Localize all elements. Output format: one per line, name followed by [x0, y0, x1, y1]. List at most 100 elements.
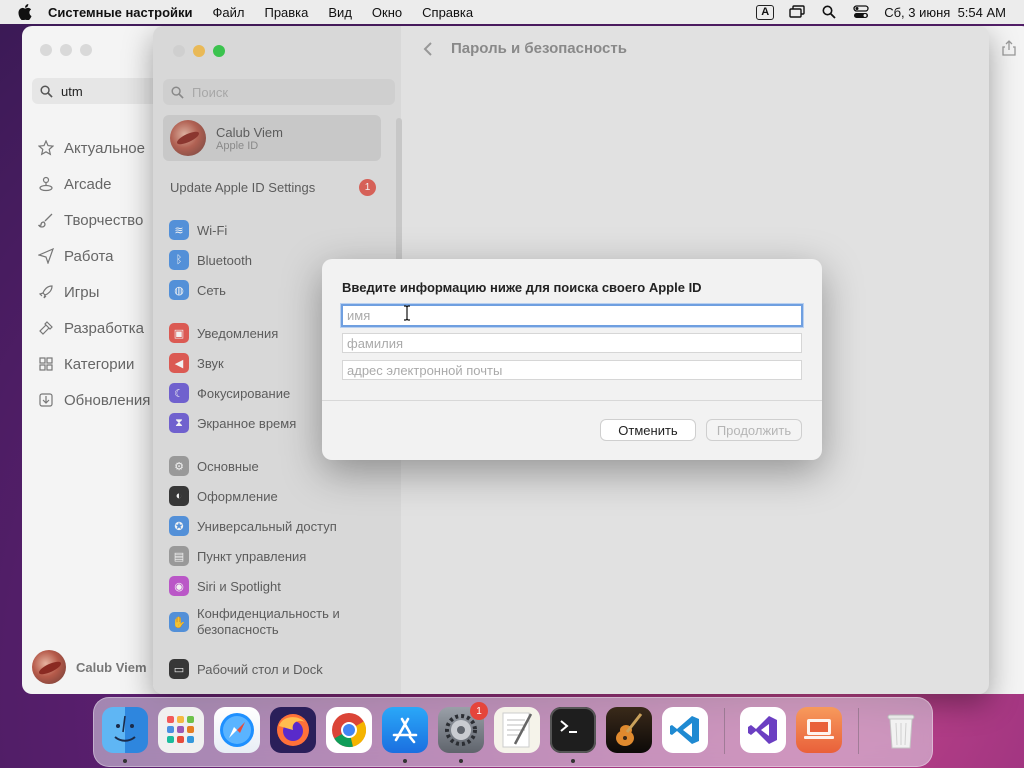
input-source-indicator[interactable]: A — [756, 4, 775, 20]
finder-icon[interactable] — [102, 707, 148, 753]
privacy-security-icon: ✋ — [169, 612, 189, 632]
firefox-icon[interactable] — [270, 707, 316, 753]
sidebar-item-label: Конфиденциальность и — [197, 606, 340, 621]
textedit-icon[interactable] — [494, 707, 540, 753]
sidebar-item-appearance[interactable]: ◐ Оформление — [169, 486, 379, 506]
grid-icon — [36, 356, 56, 372]
app-store-account[interactable]: Calub Viem — [32, 650, 147, 684]
menu-help[interactable]: Справка — [422, 5, 473, 20]
visual-studio-icon[interactable] — [740, 707, 786, 753]
menu-edit[interactable]: Правка — [264, 5, 308, 20]
store-nav-games[interactable]: Игры — [36, 274, 150, 310]
store-nav-discover[interactable]: Актуальное — [36, 130, 150, 166]
app-store-search-field[interactable]: utm — [32, 78, 162, 104]
rocket-icon — [36, 284, 56, 300]
zoom-button[interactable] — [213, 45, 225, 57]
notifications-icon: ▣ — [169, 323, 189, 343]
sidebar-item-label: Уведомления — [197, 325, 279, 341]
minimize-button[interactable] — [60, 44, 72, 56]
store-nav-label: Творчество — [64, 211, 144, 229]
menu-view[interactable]: Вид — [328, 5, 352, 20]
sidebar-item-label: Оформление — [197, 488, 278, 504]
download-icon — [36, 392, 56, 408]
avatar — [170, 120, 206, 156]
close-button[interactable] — [173, 45, 185, 57]
control-center-icon: ▤ — [169, 546, 189, 566]
sidebar-item-label: Bluetooth — [197, 252, 252, 268]
siri-spotlight-icon: ◉ — [169, 576, 189, 596]
back-chevron-icon[interactable] — [423, 41, 433, 57]
launchpad-icon[interactable] — [158, 707, 204, 753]
spotlight-search-icon[interactable] — [820, 4, 838, 20]
menu-bar: Системные настройки Файл Правка Вид Окно… — [0, 0, 1024, 24]
accessibility-icon: ✪ — [169, 516, 189, 536]
utm-icon[interactable] — [796, 707, 842, 753]
notification-badge: 1 — [470, 702, 488, 720]
apple-menu-icon[interactable] — [18, 4, 34, 20]
screen-time-icon: ⧗ — [169, 413, 189, 433]
menubar-clock[interactable]: Сб, 3 июня 5:54 AM — [884, 5, 1006, 20]
garageband-icon[interactable] — [606, 707, 652, 753]
sidebar-item-label: Siri и Spotlight — [197, 578, 281, 594]
settings-search-field[interactable]: Поиск — [163, 79, 395, 105]
apple-id-profile[interactable]: Calub Viem Apple ID — [163, 115, 381, 161]
app-store-search-value: utm — [61, 83, 83, 99]
update-apple-id-settings[interactable]: Update Apple ID Settings 1 — [170, 179, 376, 196]
sidebar-item-label: Основные — [197, 458, 259, 474]
desktop-dock-icon: ▭ — [169, 659, 189, 679]
terminal-icon[interactable] — [550, 707, 596, 753]
find-apple-id-dialog: Введите информацию ниже для поиска своег… — [322, 259, 822, 460]
sidebar-item-control-center[interactable]: ▤ Пункт управления — [169, 546, 379, 566]
minimize-button[interactable] — [193, 45, 205, 57]
hammer-icon — [36, 320, 56, 336]
settings-traffic-lights — [173, 45, 225, 57]
network-icon: ◍ — [169, 280, 189, 300]
running-indicator — [123, 759, 127, 763]
menu-app-name[interactable]: Системные настройки — [48, 5, 193, 20]
dock-separator — [858, 708, 859, 754]
sidebar-item-label: Экранное время — [197, 415, 297, 431]
joystick-icon — [36, 176, 56, 192]
last-name-field[interactable] — [342, 333, 802, 353]
app-store-user-name: Calub Viem — [76, 659, 147, 675]
store-nav-create[interactable]: Творчество — [36, 202, 150, 238]
continue-button[interactable]: Продолжить — [707, 420, 801, 440]
store-nav-label: Разработка — [64, 319, 144, 337]
sound-icon: ◀ — [169, 353, 189, 373]
store-nav-arcade[interactable]: Arcade — [36, 166, 150, 202]
trash-icon[interactable] — [878, 707, 924, 753]
settings-header: Пароль и безопасность — [423, 40, 627, 57]
menu-window[interactable]: Окно — [372, 5, 402, 20]
sidebar-item-accessibility[interactable]: ✪ Универсальный доступ — [169, 516, 379, 536]
dialog-divider — [322, 400, 822, 401]
store-nav-develop[interactable]: Разработка — [36, 310, 150, 346]
sidebar-item-privacy-security[interactable]: ✋ Конфиденциальность и безопасность — [169, 606, 379, 638]
profile-subtitle: Apple ID — [216, 139, 259, 152]
store-nav-updates[interactable]: Обновления — [36, 382, 150, 418]
control-center-icon[interactable] — [852, 4, 870, 20]
menu-file[interactable]: Файл — [213, 5, 245, 20]
screen-mirroring-icon[interactable] — [788, 4, 806, 20]
avatar — [32, 650, 66, 684]
sidebar-item-label: Фокусирование — [197, 385, 291, 401]
chrome-icon[interactable] — [326, 707, 372, 753]
vscode-icon[interactable] — [662, 707, 708, 753]
sidebar-item-label: Звук — [197, 355, 224, 371]
email-field[interactable] — [342, 360, 802, 380]
cancel-button[interactable]: Отменить — [601, 420, 695, 440]
safari-icon[interactable] — [214, 707, 260, 753]
sidebar-scrollbar[interactable] — [396, 118, 402, 268]
sidebar-item-label: Wi-Fi — [197, 222, 228, 238]
store-nav-categories[interactable]: Категории — [36, 346, 150, 382]
sidebar-item-siri-spotlight[interactable]: ◉ Siri и Spotlight — [169, 576, 379, 596]
sidebar-item-label-wrap: Конфиденциальность и безопасность — [197, 606, 340, 638]
sidebar-item-desktop-dock[interactable]: ▭ Рабочий стол и Dock — [169, 659, 379, 679]
close-button[interactable] — [40, 44, 52, 56]
store-nav-label: Обновления — [64, 391, 151, 409]
store-nav-work[interactable]: Работа — [36, 238, 150, 274]
zoom-button[interactable] — [80, 44, 92, 56]
app-store-icon[interactable] — [382, 707, 428, 753]
sidebar-item-wifi[interactable]: ≋ Wi-Fi — [169, 220, 379, 240]
share-icon[interactable] — [1002, 40, 1016, 61]
appearance-icon: ◐ — [169, 486, 189, 506]
